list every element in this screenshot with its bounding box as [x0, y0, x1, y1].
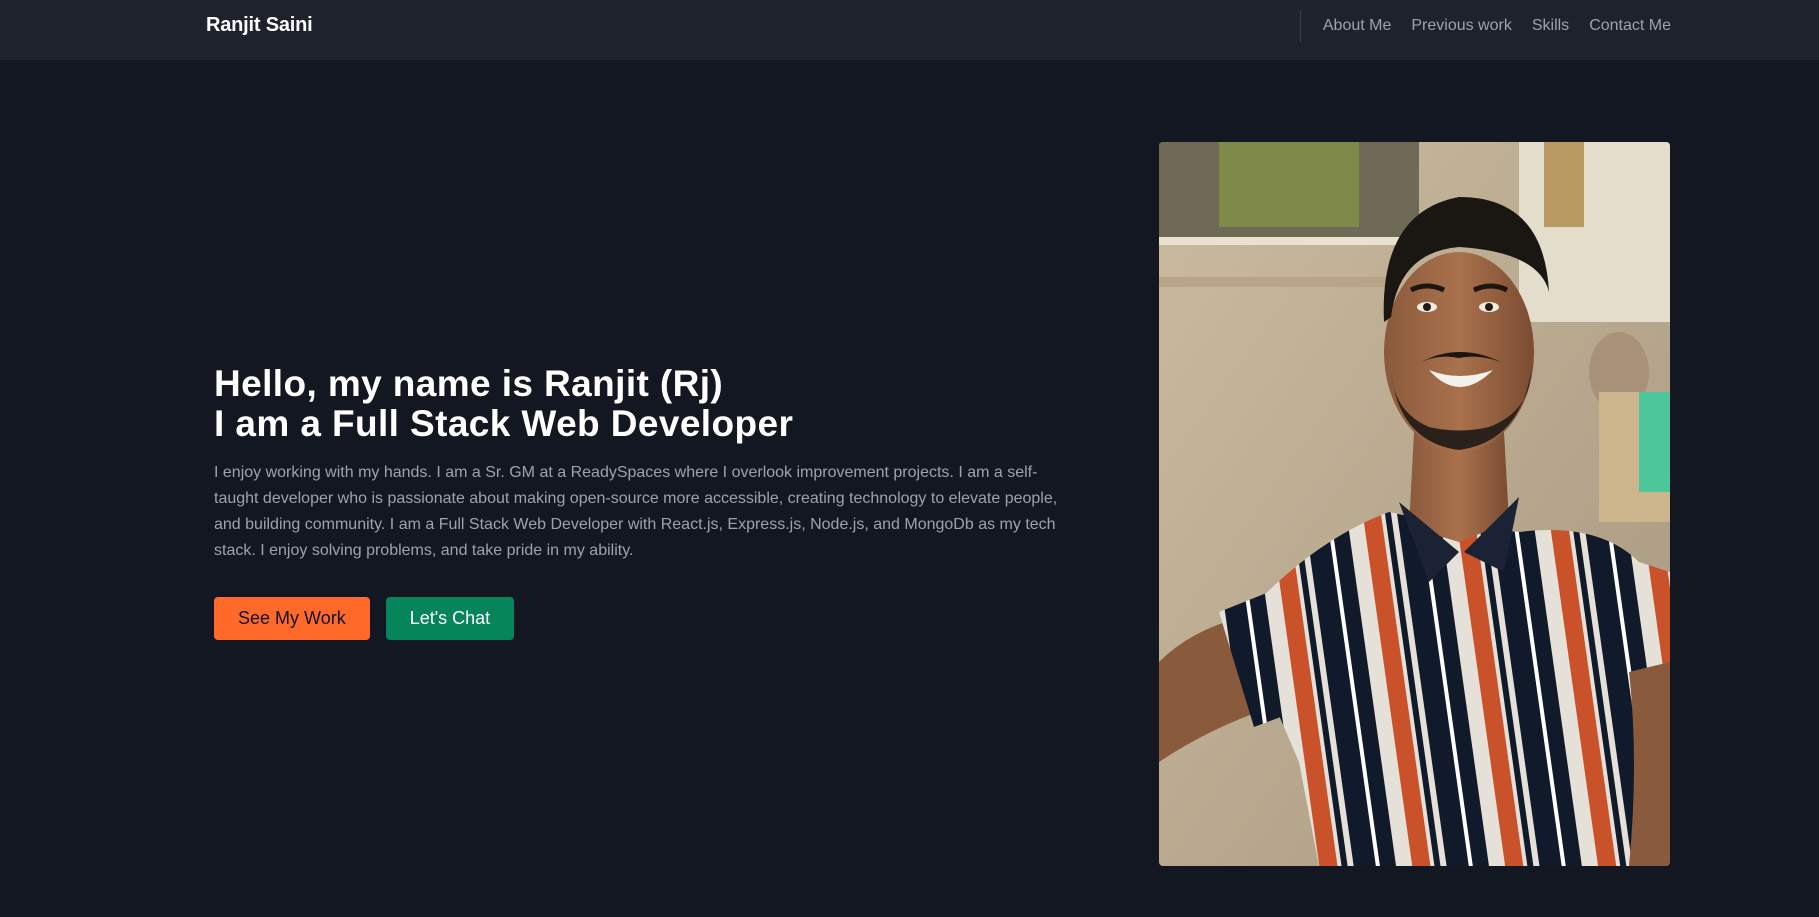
hero-section: Hello, my name is Ranjit (Rj) I am a Ful… — [214, 364, 1074, 640]
nav-link-about-me[interactable]: About Me — [1323, 17, 1391, 35]
nav-link-previous-work[interactable]: Previous work — [1411, 17, 1511, 35]
nav-link-skills[interactable]: Skills — [1532, 17, 1569, 35]
brand-link[interactable]: Ranjit Saini — [206, 14, 313, 37]
nav-link-contact-me[interactable]: Contact Me — [1589, 17, 1671, 35]
hero-description: I enjoy working with my hands. I am a Sr… — [214, 464, 1058, 559]
profile-photo — [1159, 142, 1670, 866]
hero-buttons: See My Work Let's Chat — [214, 597, 1074, 640]
nav-divider — [1300, 10, 1301, 42]
hero-title-line-2: I am a Full Stack Web Developer — [214, 403, 794, 444]
navbar: Ranjit Saini About Me Previous work Skil… — [0, 0, 1819, 61]
see-my-work-button[interactable]: See My Work — [214, 597, 370, 640]
hero-title-line-1: Hello, my name is Ranjit (Rj) — [214, 363, 724, 404]
lets-chat-button[interactable]: Let's Chat — [385, 597, 515, 640]
hero-title: Hello, my name is Ranjit (Rj) I am a Ful… — [214, 364, 1074, 444]
nav-links: About Me Previous work Skills Contact Me — [1323, 17, 1671, 35]
